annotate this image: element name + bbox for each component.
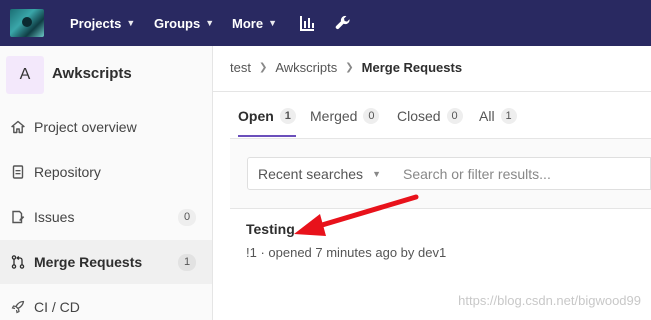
project-avatar: A [6,56,44,94]
search-placeholder: Search or filter results... [403,165,551,182]
chevron-down-icon: ▼ [126,18,136,28]
tab-count-badge: 0 [363,108,380,124]
annotation-arrow [294,194,419,236]
issues-count-badge: 0 [178,208,196,226]
chevron-down-icon: ▼ [372,168,381,179]
sidebar-item-label: Project overview [34,119,137,135]
merge-request-icon [10,254,26,270]
tab-label: Merged [310,108,358,124]
project-header[interactable]: A Awkscripts [0,46,212,103]
divider [213,91,651,92]
sidebar-item-repository[interactable]: Repository [0,150,212,194]
breadcrumb: test ❯ Awkscripts ❯ Merge Requests [230,60,462,75]
user-avatar[interactable] [10,9,44,37]
sidebar-item-label: Issues [34,209,75,225]
merge-request-meta: !1 · opened 7 minutes ago by dev1 [246,245,447,260]
nav-more-label: More [232,15,264,31]
nav-groups-dropdown[interactable]: Groups ▼ [154,0,214,46]
wrench-icon[interactable] [333,13,353,33]
sidebar-item-label: Repository [34,164,101,180]
nav-more-dropdown[interactable]: More ▼ [232,0,277,46]
tab-merged[interactable]: Merged 0 [310,96,380,136]
merge-requests-count-badge: 1 [178,253,196,271]
tab-closed[interactable]: Closed 0 [397,96,463,136]
sidebar-item-label: Merge Requests [34,254,143,270]
chevron-right-icon: ❯ [258,62,268,73]
recent-searches-dropdown[interactable]: Recent searches ▼ [247,157,390,190]
chevron-down-icon: ▼ [268,18,277,28]
tab-count-badge: 1 [279,108,296,124]
tab-label: Open [238,108,274,124]
merge-request-title-link[interactable]: Testing [246,221,295,237]
mr-state-tabs: Open 1 Merged 0 Closed 0 All 1 [230,96,651,138]
search-input[interactable]: Search or filter results... [389,157,651,190]
tab-label: All [479,108,495,124]
tab-all[interactable]: All 1 [479,96,517,136]
breadcrumb-link-test[interactable]: test [230,60,251,75]
breadcrumb-link-awkscripts[interactable]: Awkscripts [275,60,337,75]
breadcrumb-current[interactable]: Merge Requests [362,60,462,75]
tab-count-badge: 1 [500,108,517,124]
home-icon [10,119,26,135]
document-icon [10,164,26,180]
sidebar-item-ci-cd[interactable]: CI / CD [0,285,212,320]
sidebar-item-issues[interactable]: Issues 0 [0,195,212,239]
nav-groups-label: Groups [154,15,201,31]
chevron-down-icon: ▼ [205,18,215,28]
top-navbar: Projects ▼ Groups ▼ More ▼ [0,0,651,46]
recent-searches-label: Recent searches [258,165,364,182]
watermark: https://blog.csdn.net/bigwood99 [458,293,641,308]
tab-open[interactable]: Open 1 [238,96,296,137]
rocket-icon [10,299,26,315]
issues-icon [10,209,26,225]
sidebar-item-project-overview[interactable]: Project overview [0,105,212,149]
tab-label: Closed [397,108,441,124]
chart-bar-icon[interactable] [297,13,317,33]
sidebar: A Awkscripts Project overview Repository… [0,46,213,320]
sidebar-item-merge-requests[interactable]: Merge Requests 1 [0,240,212,284]
tab-count-badge: 0 [446,108,463,124]
chevron-right-icon: ❯ [345,62,354,73]
project-name: Awkscripts [52,65,132,82]
nav-projects-label: Projects [70,15,122,31]
sidebar-item-label: CI / CD [34,299,80,315]
nav-projects-dropdown[interactable]: Projects ▼ [70,0,135,46]
